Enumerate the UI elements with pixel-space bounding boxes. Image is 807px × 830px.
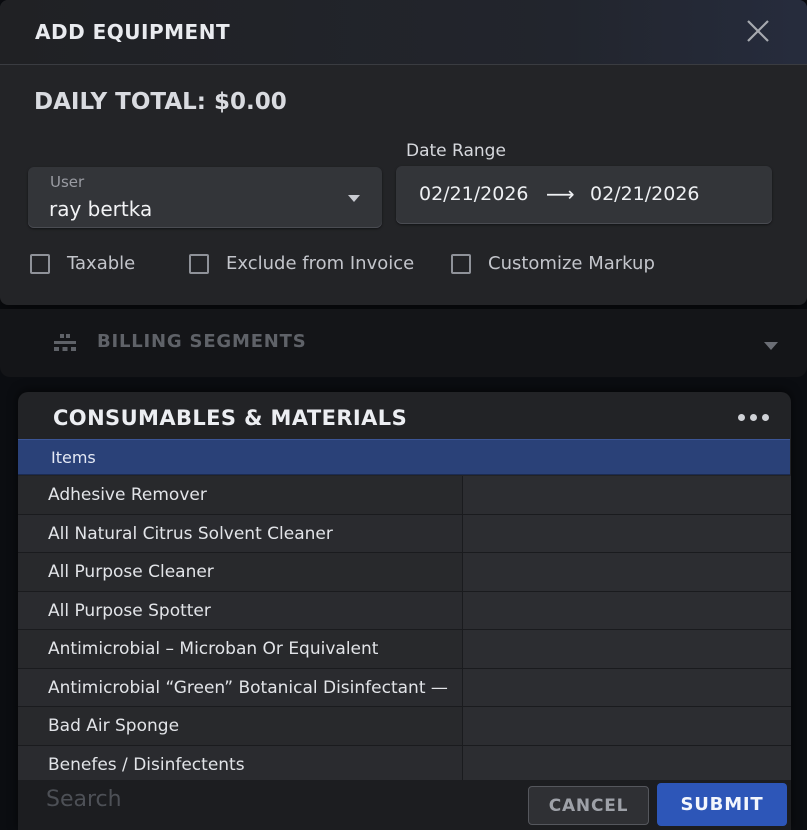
user-label: User (50, 173, 85, 191)
item-detail-cell[interactable] (462, 707, 791, 745)
consumables-panel: CONSUMABLES & MATERIALS Items Adhesive R… (18, 392, 791, 830)
list-item[interactable]: Bad Air Sponge (18, 707, 791, 746)
item-detail-cell[interactable] (462, 745, 791, 783)
dialog-title: ADD EQUIPMENT (35, 20, 231, 44)
list-item[interactable]: Antimicrobial “Green” Botanical Disinfec… (18, 668, 791, 707)
daily-total: DAILY TOTAL: $0.00 (34, 89, 287, 115)
add-equipment-dialog: ADD EQUIPMENT DAILY TOTAL: $0.00 User ra… (0, 0, 807, 305)
taxable-label: Taxable (67, 253, 136, 274)
list-item[interactable]: All Purpose Cleaner (18, 553, 791, 592)
date-end[interactable]: 02/21/2026 (590, 183, 700, 205)
list-item[interactable]: Adhesive Remover (18, 476, 791, 515)
more-horizontal-icon[interactable] (738, 414, 769, 421)
item-name: Antimicrobial – Microban Or Equivalent (48, 639, 379, 659)
date-start[interactable]: 02/21/2026 (419, 183, 529, 205)
date-range-field[interactable]: 02/21/2026 ⟶ 02/21/2026 (396, 166, 772, 224)
close-icon[interactable] (745, 18, 771, 44)
taxable-checkbox[interactable]: Taxable (30, 253, 135, 274)
user-value: ray bertka (49, 197, 153, 221)
segments-icon (53, 333, 77, 353)
chevron-down-icon (348, 195, 360, 202)
submit-button[interactable]: SUBMIT (657, 783, 787, 826)
item-detail-cell[interactable] (462, 630, 791, 668)
list-item[interactable]: All Natural Citrus Solvent Cleaner (18, 514, 791, 553)
panel-title: CONSUMABLES & MATERIALS (53, 406, 408, 430)
customize-markup-label: Customize Markup (488, 253, 655, 274)
dialog-header: ADD EQUIPMENT (0, 0, 807, 65)
cancel-button[interactable]: CANCEL (528, 786, 649, 825)
exclude-from-invoice-label: Exclude from Invoice (226, 253, 415, 274)
billing-segments-toggle[interactable]: BILLING SEGMENTS (0, 309, 807, 377)
list-item[interactable]: Benefes / Disinfectents (18, 745, 791, 784)
checkbox-box[interactable] (30, 253, 50, 274)
customize-markup-checkbox[interactable]: Customize Markup (451, 253, 655, 274)
item-name: Antimicrobial “Green” Botanical Disinfec… (48, 677, 448, 698)
item-detail-cell[interactable] (462, 553, 791, 591)
item-name: All Purpose Cleaner (48, 562, 214, 582)
items-list: Adhesive Remover All Natural Citrus Solv… (18, 476, 791, 784)
search-input[interactable] (44, 786, 348, 813)
item-detail-cell[interactable] (462, 514, 791, 552)
item-name: All Natural Citrus Solvent Cleaner (48, 523, 333, 544)
panel-footer: CANCEL SUBMIT (18, 780, 791, 830)
exclude-from-invoice-checkbox[interactable]: Exclude from Invoice (189, 253, 414, 274)
item-name: Bad Air Sponge (48, 716, 180, 736)
chevron-down-icon[interactable] (764, 342, 778, 350)
item-detail-cell[interactable] (462, 668, 791, 706)
list-item[interactable]: Antimicrobial – Microban Or Equivalent (18, 630, 791, 669)
item-name: All Purpose Spotter (48, 600, 211, 621)
item-detail-cell[interactable] (462, 476, 791, 514)
user-select[interactable]: User ray bertka (28, 167, 382, 228)
list-header-label: Items (51, 448, 96, 467)
list-item[interactable]: All Purpose Spotter (18, 591, 791, 630)
checkbox-box[interactable] (189, 253, 209, 274)
date-range-label: Date Range (406, 141, 506, 161)
list-header-items[interactable]: Items (18, 439, 790, 475)
billing-segments-label: BILLING SEGMENTS (97, 331, 307, 352)
checkbox-box[interactable] (451, 253, 471, 274)
item-detail-cell[interactable] (462, 591, 791, 629)
item-name: Adhesive Remover (48, 485, 207, 505)
item-name: Benefes / Disinfectents (48, 754, 245, 775)
date-arrow-icon: ⟶ (546, 182, 575, 206)
